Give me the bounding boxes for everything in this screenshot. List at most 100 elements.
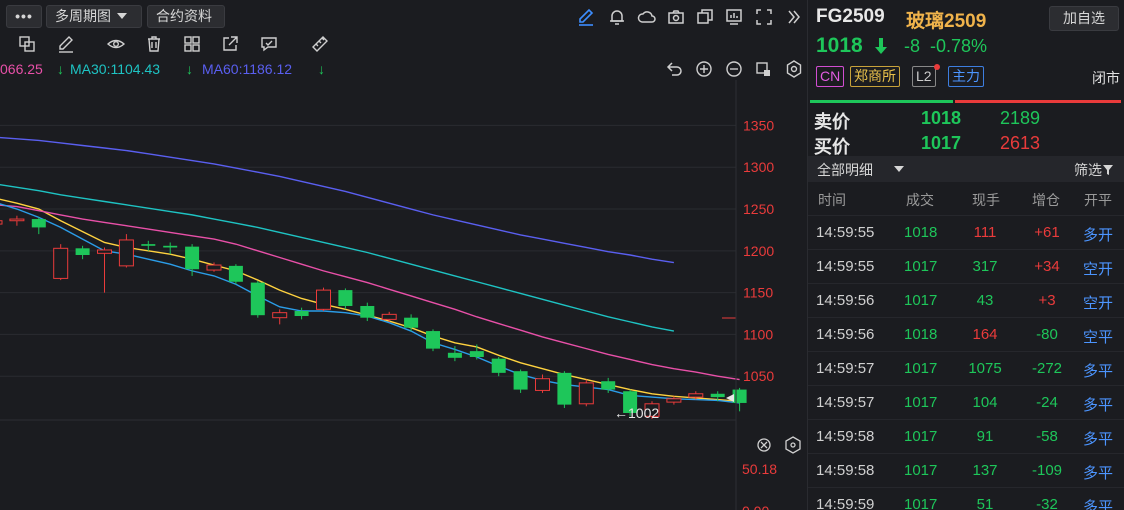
chart-panel: ••• 多周期图 合约资料 066.25 ↓ MA30:1104.43 ↓ MA… [0,0,806,510]
trade-oi-change: -272 [1031,360,1063,377]
candle [9,215,25,226]
trade-open-close: 空平 [1083,329,1114,346]
contract-info-button[interactable]: 合约资料 [147,5,225,28]
table-row[interactable]: 14:59:59 1017 51 -32 多平 [808,487,1124,510]
trade-price: 1017 [904,258,938,275]
table-row[interactable]: 14:59:55 1018 111 +61 多开 [808,215,1124,249]
trade-time: 14:59:57 [816,360,875,377]
monitor-chart-icon[interactable] [724,7,744,27]
external-link-icon[interactable] [220,34,240,54]
ma-lines [0,136,740,404]
alert-bell-icon[interactable] [607,7,627,27]
candle-body [360,305,375,318]
trade-time: 14:59:56 [816,326,875,343]
ma-line-2 [0,184,675,332]
volume-axis-tick-bottom: 0.00 [742,503,769,510]
last-price: 1018 [816,34,863,57]
comment-icon[interactable] [259,34,279,54]
grid-icon[interactable] [182,34,202,54]
col-price: 成交 [906,192,934,208]
candle-body [9,218,25,222]
trade-time: 14:59:57 [816,394,875,411]
multi-period-dropdown[interactable]: 多周期图 [46,5,142,28]
trade-time: 14:59:58 [816,462,875,479]
camera-icon[interactable] [666,7,686,27]
trade-open-close: 多平 [1083,465,1114,482]
close-panel-icon[interactable] [757,438,771,452]
cloud-icon[interactable] [637,7,657,27]
col-open-close: 开平 [1084,192,1112,208]
candle [141,240,156,251]
candle-body [272,312,288,319]
candle-body [688,393,704,398]
panel-settings-icon[interactable] [785,436,801,454]
trade-open-close: 空开 [1083,261,1114,278]
col-open-interest: 增仓 [1032,192,1060,208]
table-row[interactable]: 14:59:56 1017 43 +3 空开 [808,283,1124,317]
filter-button[interactable]: 筛选 [1074,160,1114,180]
drawing-toolbar [0,32,806,56]
trade-price: 1017 [904,462,938,479]
table-row[interactable]: 14:59:58 1017 91 -58 多平 [808,419,1124,453]
layers-icon[interactable] [17,34,37,54]
trade-open-close: 多平 [1083,397,1114,414]
low-price-annotation: ←1002 [614,405,659,421]
collapse-panel-icon[interactable] [783,7,803,27]
fullscreen-icon[interactable] [754,7,774,27]
candlestick-chart[interactable]: 1350 1300 1250 1200 1150 1100 1050 ←1002 50.18… [0,80,806,510]
more-button[interactable]: ••• [6,5,42,28]
trade-price: 1017 [904,292,938,309]
candle-body [601,381,616,390]
undo-icon[interactable] [664,59,684,79]
down-arrow-icon: ↓ [57,61,64,77]
trade-volume: 104 [972,394,998,411]
trade-time: 14:59:56 [816,292,875,309]
candle [578,379,594,407]
trade-volume: 91 [976,428,994,445]
table-row[interactable]: 14:59:55 1017 317 +34 空开 [808,249,1124,283]
candle [0,220,3,225]
trade-price: 1017 [904,394,938,411]
settings-gear-icon[interactable] [784,59,804,79]
chart-type-icon[interactable] [754,59,774,79]
candle [118,234,134,268]
candle [31,217,46,235]
zoom-out-icon[interactable] [724,59,744,79]
price-axis: 1350 1300 1250 1200 1150 1100 1050 [743,117,774,384]
pen-icon[interactable] [56,34,76,54]
add-favorite-button[interactable]: 加自选 [1049,6,1119,31]
trade-oi-change: -58 [1036,428,1058,445]
trade-open-close: 多平 [1083,431,1114,448]
table-row[interactable]: 14:59:57 1017 104 -24 多平 [808,385,1124,419]
candle [491,356,506,377]
chevron-down-icon [117,13,127,19]
chevron-down-icon[interactable] [894,166,904,172]
candle-body [31,219,46,228]
table-row[interactable]: 14:59:56 1018 164 -80 空平 [808,317,1124,351]
table-row[interactable]: 14:59:57 1017 1075 -272 多平 [808,351,1124,385]
candle-body [710,393,725,398]
level2-tag[interactable]: L2 [912,66,936,87]
trade-volume: 43 [976,292,994,309]
candle-body [535,378,550,391]
trade-open-close: 多平 [1083,363,1114,380]
candle-body [404,317,419,328]
bid-price: 1017 [921,133,962,153]
quote-panel: FG2509 玻璃2509 加自选 1018 -8 -0.78% CN 郑商所 … [807,0,1124,510]
trade-price: 1018 [904,224,938,241]
table-row[interactable]: 14:59:58 1017 137 -109 多平 [808,453,1124,487]
candle-body [426,331,440,349]
candle [75,245,90,260]
y-tick-label: 1150 [743,285,773,301]
draw-pen-icon[interactable] [576,7,596,27]
detail-type-dropdown[interactable]: 全部明细 [817,160,873,180]
y-tick-label: 1200 [743,243,774,259]
trash-icon[interactable] [144,34,164,54]
zoom-in-icon[interactable] [694,59,714,79]
copy-window-icon[interactable] [695,7,715,27]
candle [338,288,353,310]
chart-toolbar: ••• 多周期图 合约资料 [0,0,806,32]
ruler-icon[interactable] [310,34,330,54]
y-tick-label: 1250 [743,201,774,217]
eye-icon[interactable] [106,34,126,54]
